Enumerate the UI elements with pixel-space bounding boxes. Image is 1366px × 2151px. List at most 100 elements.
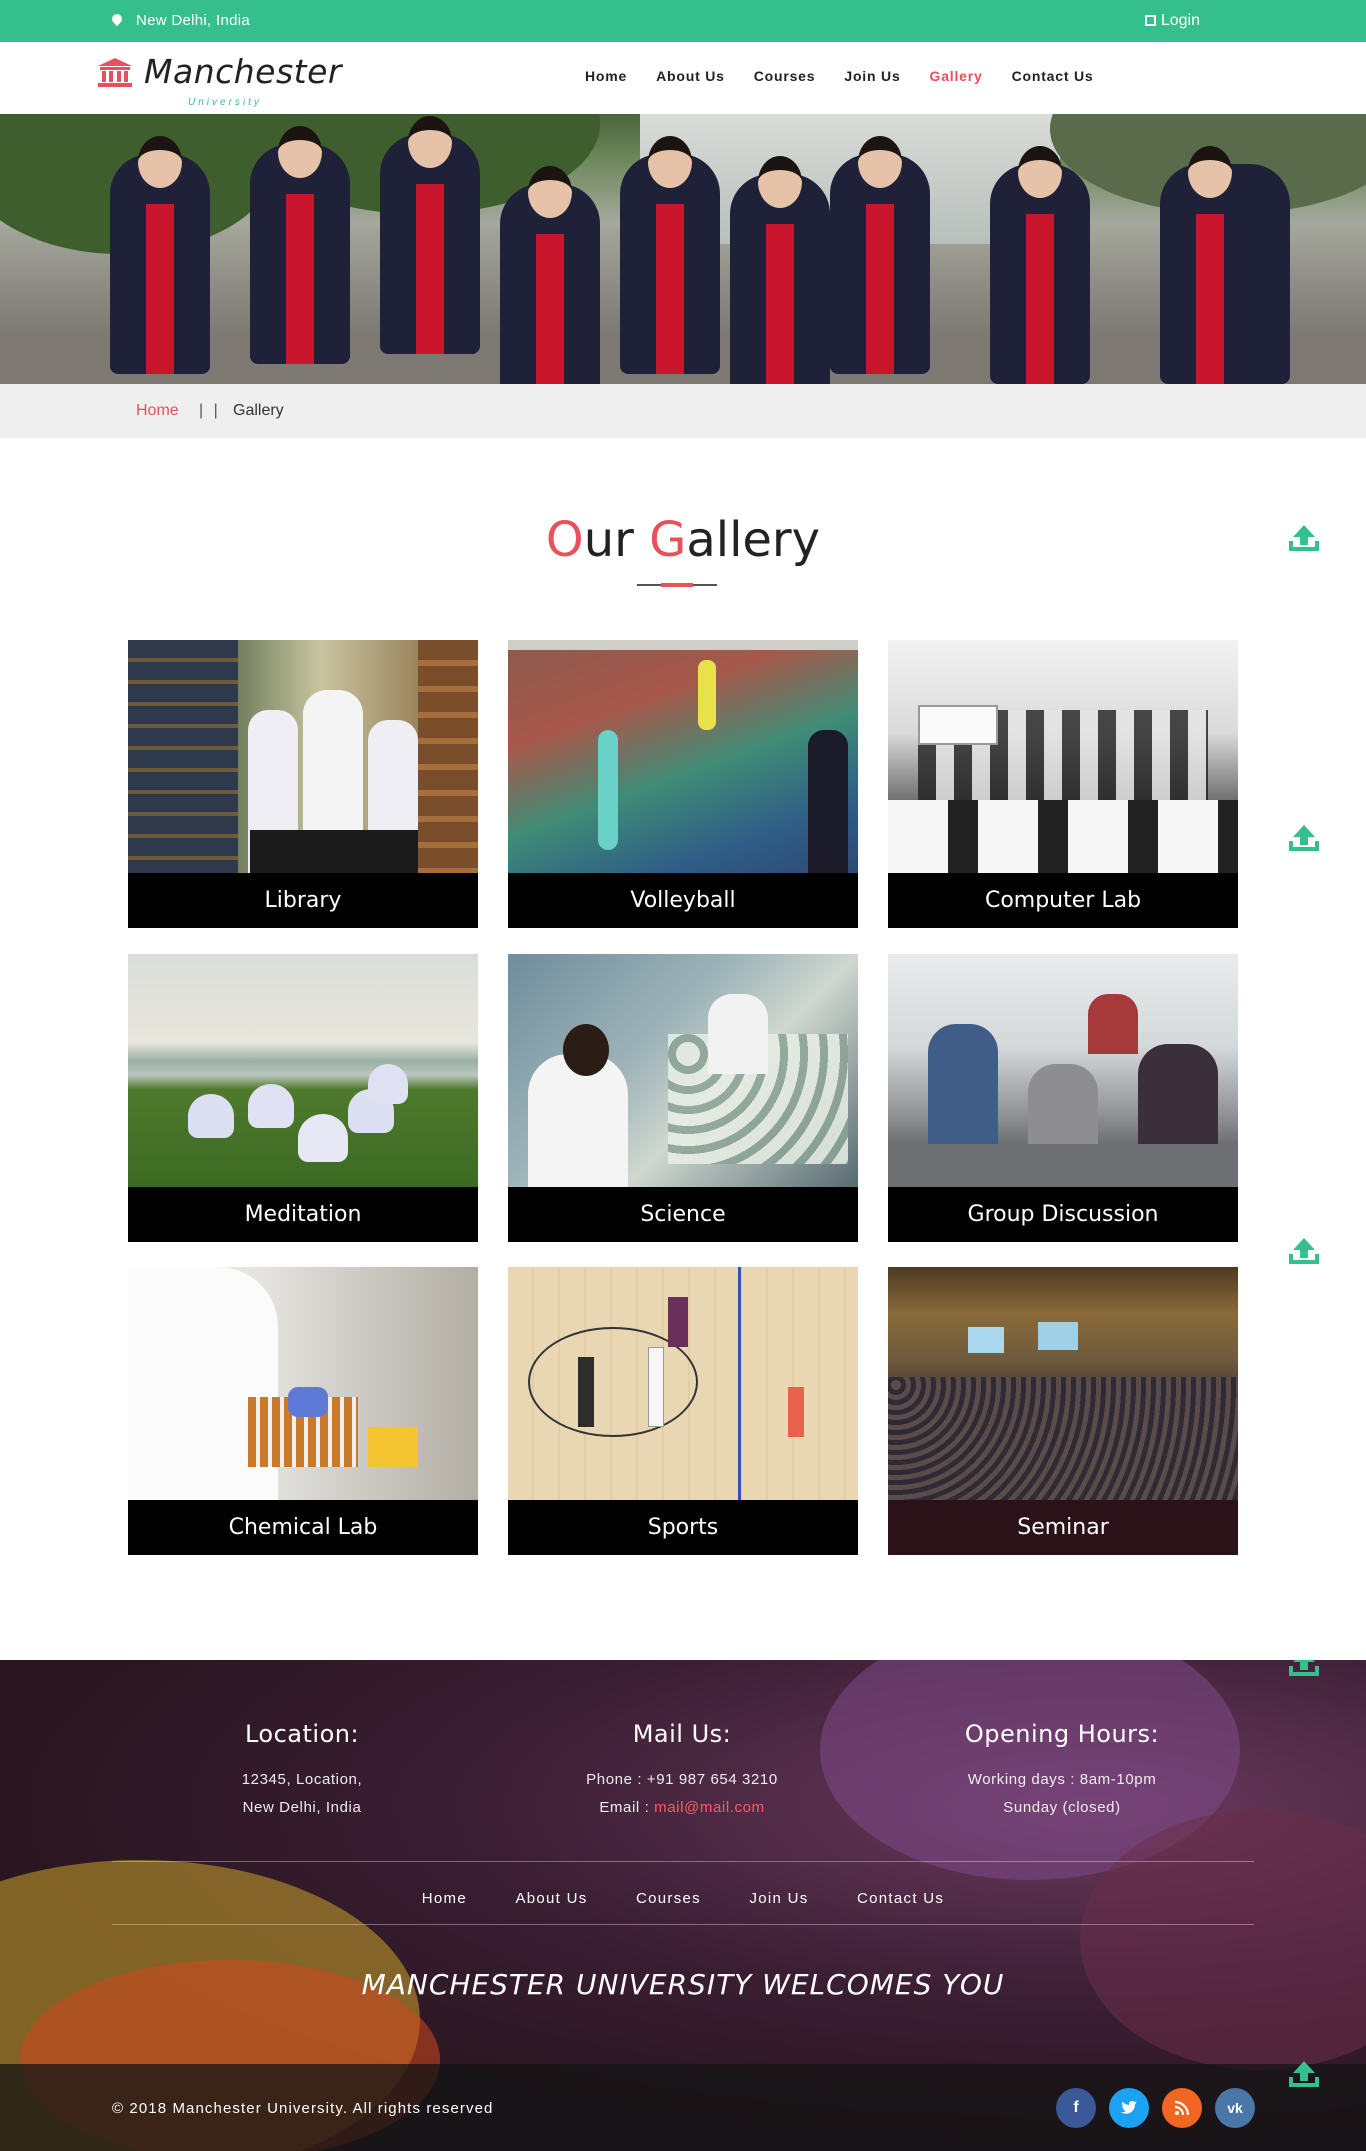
- hours-heading: Opening Hours:: [964, 1720, 1160, 1748]
- nav-gallery[interactable]: Gallery: [930, 68, 983, 84]
- breadcrumb-home[interactable]: Home: [136, 402, 179, 420]
- top-bar: New Delhi, India Login: [0, 0, 1366, 42]
- main-navbar: Manchester University Home About Us Cour…: [0, 42, 1366, 114]
- vk-icon[interactable]: vk: [1215, 2088, 1255, 2128]
- nav-courses[interactable]: Courses: [754, 68, 816, 84]
- graduate-figure: [990, 146, 1090, 384]
- gallery-item-science[interactable]: Science: [508, 954, 858, 1242]
- footer-link-contact-us[interactable]: Contact Us: [857, 1890, 944, 1907]
- sign-in-icon: [1144, 15, 1156, 26]
- breadcrumb-separator: | |: [199, 402, 221, 419]
- hours-line-1: Working days : 8am-10pm: [967, 1771, 1157, 1788]
- nav-menu: Home About Us Courses Join Us Gallery Co…: [585, 68, 1123, 84]
- science-image: [508, 954, 858, 1187]
- scroll-up-icon[interactable]: [1287, 1660, 1321, 1678]
- seminar-caption: Seminar: [888, 1500, 1238, 1555]
- science-caption: Science: [508, 1187, 858, 1242]
- computer-lab-caption: Computer Lab: [888, 873, 1238, 928]
- library-image: [128, 640, 478, 873]
- graduate-figure: [830, 136, 930, 374]
- graduate-figure: [500, 166, 600, 384]
- meditation-caption: Meditation: [128, 1187, 478, 1242]
- gallery-item-group-discussion[interactable]: Group Discussion: [888, 954, 1238, 1242]
- email-link[interactable]: mail@mail.com: [654, 1799, 765, 1816]
- map-pin-icon: [109, 11, 125, 27]
- brand-name: Manchester: [144, 52, 342, 91]
- footer-links: Home About Us Courses Join Us Contact Us: [0, 1890, 1366, 1908]
- scroll-up-icon[interactable]: [1287, 823, 1321, 853]
- welcome-banner: MANCHESTER UNIVERSITY WELCOMES YOU: [361, 1968, 1005, 2001]
- breadcrumb-current: Gallery: [233, 402, 284, 419]
- gallery-item-seminar[interactable]: Seminar: [888, 1267, 1238, 1555]
- title-part: allery: [686, 512, 821, 568]
- scroll-up-icon[interactable]: [1287, 2059, 1321, 2089]
- seminar-image: [888, 1267, 1238, 1500]
- nav-about-us[interactable]: About Us: [656, 68, 725, 84]
- footer-mail: Mail Us: Phone : +91 987 654 3210 Email :…: [522, 1720, 842, 1822]
- social-links: f vk: [1056, 2088, 1255, 2128]
- footer-link-about-us[interactable]: About Us: [515, 1890, 587, 1907]
- volleyball-caption: Volleyball: [508, 873, 858, 928]
- graduate-figure: [620, 136, 720, 374]
- location-line-2: New Delhi, India: [242, 1799, 362, 1816]
- location-info: New Delhi, India: [109, 11, 251, 29]
- phone-text: Phone : +91 987 654 3210: [586, 1771, 778, 1788]
- nav-home[interactable]: Home: [585, 68, 627, 84]
- footer-divider: [112, 1861, 1254, 1862]
- footer-bottom-bar: © 2018 Manchester University. All rights…: [0, 2061, 1366, 2151]
- sports-image: [508, 1267, 858, 1500]
- footer-link-home[interactable]: Home: [422, 1890, 467, 1907]
- gallery-item-volleyball[interactable]: Volleyball: [508, 640, 858, 928]
- gallery-item-computer-lab[interactable]: Computer Lab: [888, 640, 1238, 928]
- twitter-icon[interactable]: [1109, 2088, 1149, 2128]
- title-letter: G: [649, 512, 687, 568]
- group-discussion-image: [888, 954, 1238, 1187]
- nav-contact-us[interactable]: Contact Us: [1012, 68, 1094, 84]
- nav-join-us[interactable]: Join Us: [844, 68, 900, 84]
- group-discussion-caption: Group Discussion: [888, 1187, 1238, 1242]
- scroll-up-icon[interactable]: [1287, 1236, 1321, 1266]
- breadcrumb: Home | | Gallery: [0, 384, 1366, 438]
- title-underline: [637, 583, 717, 587]
- gallery-item-meditation[interactable]: Meditation: [128, 954, 478, 1242]
- location-heading: Location:: [244, 1720, 360, 1748]
- footer-link-join-us[interactable]: Join Us: [749, 1890, 808, 1907]
- footer-hours: Opening Hours: Working days : 8am-10pm Su…: [902, 1720, 1222, 1822]
- copyright-text: © 2018 Manchester University. All rights…: [112, 2100, 494, 2117]
- title-letter: O: [545, 512, 584, 568]
- sports-caption: Sports: [508, 1500, 858, 1555]
- meditation-image: [128, 954, 478, 1187]
- footer-location: Location: 12345, Location, New Delhi, Ind…: [142, 1720, 462, 1822]
- location-line-1: 12345, Location,: [241, 1771, 363, 1788]
- email-label: Email :: [599, 1799, 655, 1816]
- login-label: Login: [1160, 12, 1200, 29]
- gallery-item-library[interactable]: Library: [128, 640, 478, 928]
- gallery-title: Our Gallery: [0, 512, 1366, 568]
- site-logo[interactable]: Manchester University: [98, 52, 358, 108]
- facebook-icon[interactable]: f: [1056, 2088, 1096, 2128]
- mail-heading: Mail Us:: [632, 1720, 732, 1748]
- brand-subtitle: University: [188, 97, 262, 108]
- footer-divider: [112, 1924, 1254, 1925]
- chemical-lab-caption: Chemical Lab: [128, 1500, 478, 1555]
- graduate-figure: [1160, 146, 1290, 384]
- library-caption: Library: [128, 873, 478, 928]
- login-link[interactable]: Login: [1144, 12, 1200, 30]
- hero-banner-image: [0, 114, 1366, 384]
- volleyball-image: [508, 640, 858, 873]
- graduate-figure: [380, 116, 480, 354]
- scroll-up-icon[interactable]: [1287, 523, 1321, 553]
- chemical-lab-image: [128, 1267, 478, 1500]
- rss-icon[interactable]: [1162, 2088, 1202, 2128]
- graduate-figure: [250, 126, 350, 364]
- location-text: New Delhi, India: [136, 12, 251, 29]
- title-part: ur: [583, 512, 650, 568]
- university-building-icon: [98, 58, 132, 87]
- graduate-figure: [110, 136, 210, 374]
- computer-lab-image: [888, 640, 1238, 873]
- gallery-item-chemical-lab[interactable]: Chemical Lab: [128, 1267, 478, 1555]
- gallery-item-sports[interactable]: Sports: [508, 1267, 858, 1555]
- hours-line-2: Sunday (closed): [1003, 1799, 1121, 1816]
- graduate-figure: [730, 156, 830, 384]
- footer-link-courses[interactable]: Courses: [636, 1890, 701, 1907]
